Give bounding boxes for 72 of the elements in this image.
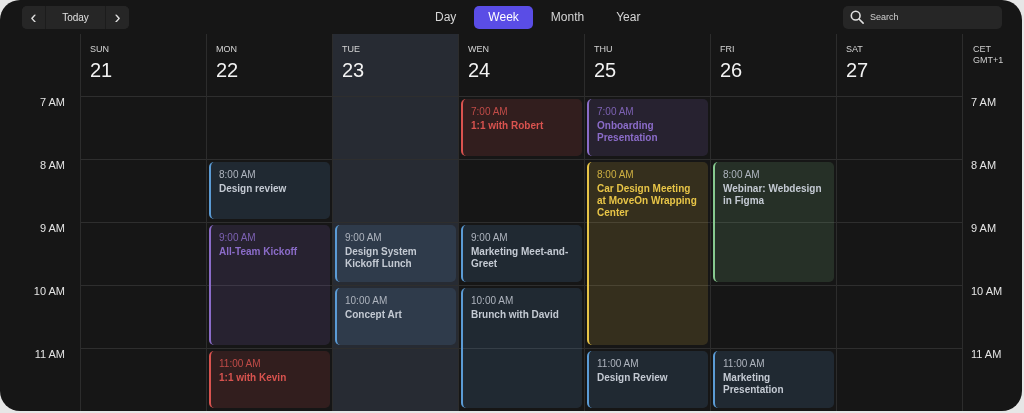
weekday-label: THU	[594, 44, 613, 55]
event-title: Design System Kickoff Lunch	[345, 246, 418, 270]
hour-label: 10 AM	[33, 285, 65, 299]
timezone-offset: GMT+1	[973, 55, 1005, 66]
event-time: 9:00 AM	[471, 232, 509, 244]
hour-label: 8 AM	[971, 159, 997, 173]
hour-label: 9 AM	[971, 222, 997, 236]
event-card[interactable]: 8:00 AM Car Design Meeting at MoveOn Wrapping Center	[587, 162, 708, 345]
event-card[interactable]: 9:00 AM Design System Kickoff Lunch	[335, 225, 456, 282]
event-title: Marketing Meet-and-Greet	[471, 246, 570, 270]
event-card[interactable]: 11:00 AM Marketing Presentation	[713, 351, 834, 408]
date-number: 25	[594, 58, 617, 82]
event-card[interactable]: 10:00 AM Concept Art	[335, 288, 456, 345]
hour-label: 11 AM	[34, 348, 65, 362]
view-tab[interactable]: Year	[602, 5, 655, 29]
event-time: 8:00 AM	[597, 169, 635, 181]
weekday-label: MON	[216, 44, 237, 55]
event-title: Webinar: Webdesign in Figma	[723, 183, 823, 207]
weekday-label: WEN	[468, 44, 489, 55]
event-time: 10:00 AM	[471, 295, 515, 307]
view-tab[interactable]: Week	[474, 5, 533, 29]
event-card[interactable]: 11:00 AM Design Review	[587, 351, 708, 408]
hour-label: 7 AM	[971, 96, 997, 110]
search-icon	[850, 9, 864, 24]
weekday-label: FRI	[720, 44, 735, 55]
date-number: 23	[342, 58, 365, 82]
event-title: Marketing Presentation	[723, 372, 785, 396]
event-card[interactable]: 11:00 AM 1:1 with Kevin	[209, 351, 330, 408]
event-title: Concept Art	[345, 309, 403, 321]
event-card[interactable]: 7:00 AM 1:1 with Robert	[461, 99, 582, 156]
event-title: Brunch with David	[471, 309, 560, 321]
weekday-label: SAT	[846, 44, 863, 55]
event-time: 8:00 AM	[219, 169, 257, 181]
date-number: 26	[720, 58, 743, 82]
event-time: 11:00 AM	[723, 358, 766, 370]
date-number: 22	[216, 58, 239, 82]
hour-label: 10 AM	[971, 285, 1003, 299]
event-card[interactable]: 7:00 AM Onboarding Presentation	[587, 99, 708, 156]
event-title: Car Design Meeting at MoveOn Wrapping Center	[597, 183, 698, 219]
event-card[interactable]: 9:00 AM Marketing Meet-and-Greet	[461, 225, 582, 282]
today-button[interactable]: Today	[45, 5, 106, 29]
timezone-name: CET	[973, 44, 992, 55]
event-card[interactable]: 9:00 AM All-Team Kickoff	[209, 225, 330, 345]
event-title: 1:1 with Kevin	[219, 372, 288, 384]
event-title: Design Review	[597, 372, 669, 384]
event-card[interactable]: 8:00 AM Design review	[209, 162, 330, 219]
event-time: 9:00 AM	[345, 232, 383, 244]
date-number: 27	[846, 58, 869, 82]
date-number: 24	[468, 58, 491, 82]
event-time: 7:00 AM	[471, 106, 509, 118]
event-title: Onboarding Presentation	[597, 120, 659, 144]
event-card[interactable]: 10:00 AM Brunch with David	[461, 288, 582, 408]
view-tab[interactable]: Day	[421, 5, 471, 29]
hour-label: 8 AM	[39, 159, 65, 173]
event-time: 8:00 AM	[723, 169, 761, 181]
event-time: 7:00 AM	[597, 106, 635, 118]
event-title: Design review	[219, 183, 288, 195]
event-title: All-Team Kickoff	[219, 246, 299, 258]
hour-label: 7 AM	[39, 96, 65, 110]
event-time: 11:00 AM	[219, 358, 262, 370]
view-tab[interactable]: Month	[536, 5, 599, 29]
weekday-label: TUE	[342, 44, 360, 55]
search-field[interactable]: Search	[843, 5, 1002, 29]
event-time: 9:00 AM	[219, 232, 257, 244]
hour-label: 11 AM	[971, 348, 1002, 362]
event-card[interactable]: 8:00 AM Webinar: Webdesign in Figma	[713, 162, 834, 282]
hour-label: 9 AM	[39, 222, 65, 236]
event-time: 11:00 AM	[597, 358, 640, 370]
weekday-label: SUN	[90, 44, 109, 55]
date-number: 21	[90, 58, 113, 82]
event-time: 10:00 AM	[345, 295, 389, 307]
event-title: 1:1 with Robert	[471, 120, 545, 132]
